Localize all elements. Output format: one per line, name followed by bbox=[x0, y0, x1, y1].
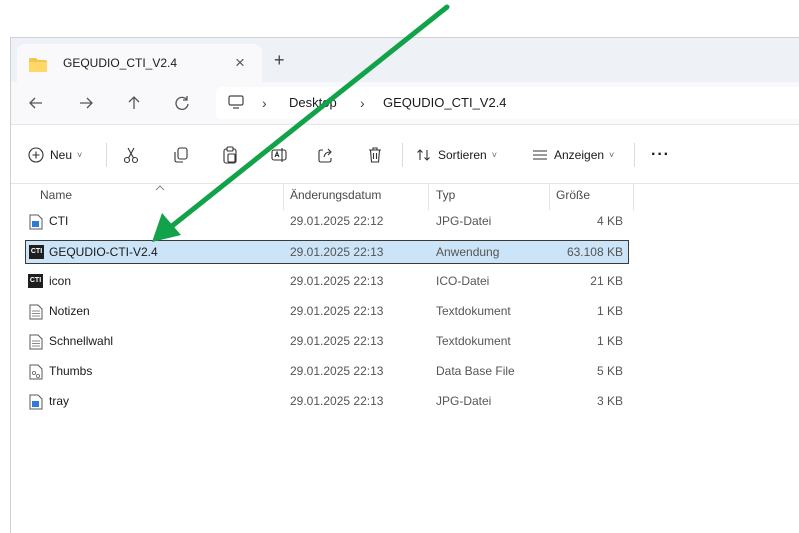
file-date: 29.01.2025 22:13 bbox=[290, 245, 384, 259]
refresh-icon[interactable] bbox=[171, 92, 193, 114]
file-type: JPG-Datei bbox=[436, 394, 492, 408]
breadcrumb-current-folder[interactable]: GEQUDIO_CTI_V2.4 bbox=[383, 95, 507, 110]
db-file-icon bbox=[29, 364, 43, 380]
file-row-gequdio-cti[interactable]: CTI GEQUDIO-CTI-V2.4 29.01.2025 22:13 An… bbox=[25, 240, 629, 264]
file-size: 3 KB bbox=[596, 394, 623, 408]
file-date: 29.01.2025 22:13 bbox=[290, 364, 384, 378]
delete-icon[interactable] bbox=[366, 144, 384, 166]
folder-icon bbox=[29, 58, 47, 72]
file-size: 21 KB bbox=[590, 274, 623, 288]
file-size: 4 KB bbox=[596, 214, 623, 228]
address-bar[interactable]: › Desktop › GEQUDIO_CTI_V2.4 bbox=[216, 87, 799, 119]
sort-button[interactable]: Sortieren ˅ bbox=[416, 144, 497, 166]
explorer-window: GEQUDIO_CTI_V2.4 × + › Desktop › GEQUDIO… bbox=[10, 37, 799, 533]
toolbar-divider bbox=[402, 143, 403, 167]
file-name: GEQUDIO-CTI-V2.4 bbox=[49, 245, 158, 259]
new-button-label: Neu bbox=[50, 148, 73, 162]
toolbar-divider bbox=[106, 143, 107, 167]
rename-icon[interactable] bbox=[270, 144, 288, 166]
file-date: 29.01.2025 22:13 bbox=[290, 274, 384, 288]
breadcrumb-separator: › bbox=[360, 95, 365, 111]
file-row-thumbs[interactable]: Thumbs 29.01.2025 22:13 Data Base File 5… bbox=[25, 360, 629, 384]
column-divider[interactable] bbox=[283, 184, 284, 210]
tab-gequdio[interactable]: GEQUDIO_CTI_V2.4 × bbox=[17, 44, 262, 82]
text-file-icon bbox=[29, 304, 43, 320]
view-button-label: Anzeigen bbox=[554, 148, 605, 162]
column-header-date[interactable]: Änderungsdatum bbox=[290, 188, 381, 202]
file-type: Data Base File bbox=[436, 364, 515, 378]
column-divider[interactable] bbox=[633, 184, 634, 210]
sort-ascending-icon bbox=[155, 185, 165, 191]
view-lines-icon bbox=[533, 150, 547, 160]
file-type: Textdokument bbox=[436, 304, 511, 318]
paste-icon[interactable] bbox=[221, 144, 239, 166]
jpg-file-icon bbox=[29, 214, 43, 230]
text-file-icon bbox=[29, 334, 43, 350]
cut-icon[interactable] bbox=[122, 144, 140, 166]
file-name: Notizen bbox=[49, 304, 90, 318]
back-arrow-icon[interactable] bbox=[25, 92, 47, 114]
tab-title: GEQUDIO_CTI_V2.4 bbox=[63, 56, 178, 70]
column-header-size[interactable]: Größe bbox=[556, 188, 590, 202]
up-arrow-icon[interactable] bbox=[123, 92, 145, 114]
file-row-schnellwahl[interactable]: Schnellwahl 29.01.2025 22:13 Textdokumen… bbox=[25, 330, 629, 354]
jpg-file-icon bbox=[29, 394, 43, 410]
share-icon[interactable] bbox=[317, 144, 335, 166]
file-row-notizen[interactable]: Notizen 29.01.2025 22:13 Textdokument 1 … bbox=[25, 300, 629, 324]
column-header-type[interactable]: Typ bbox=[436, 188, 455, 202]
file-row-cti[interactable]: CTI 29.01.2025 22:12 JPG-Datei 4 KB bbox=[25, 210, 629, 234]
file-date: 29.01.2025 22:12 bbox=[290, 214, 384, 228]
column-headers: Name Änderungsdatum Typ Größe bbox=[11, 184, 799, 210]
chevron-down-icon: ˅ bbox=[609, 150, 615, 160]
chevron-down-icon: ˅ bbox=[491, 150, 497, 160]
file-type: Textdokument bbox=[436, 334, 511, 348]
file-size: 5 KB bbox=[596, 364, 623, 378]
file-name: Thumbs bbox=[49, 364, 93, 378]
new-tab-button[interactable]: + bbox=[274, 50, 285, 71]
file-type: Anwendung bbox=[436, 245, 500, 259]
copy-icon[interactable] bbox=[172, 144, 190, 166]
file-type: JPG-Datei bbox=[436, 214, 492, 228]
column-divider[interactable] bbox=[549, 184, 550, 210]
view-button[interactable]: Anzeigen ˅ bbox=[532, 144, 614, 166]
file-size: 1 KB bbox=[596, 334, 623, 348]
toolbar-divider bbox=[634, 143, 635, 167]
sort-button-label: Sortieren bbox=[438, 148, 487, 162]
plus-circle-icon bbox=[28, 147, 44, 163]
new-button[interactable]: Neu ˅ bbox=[28, 144, 82, 166]
more-options-button[interactable]: ··· bbox=[651, 144, 670, 166]
file-row-tray[interactable]: tray 29.01.2025 22:13 JPG-Datei 3 KB bbox=[25, 390, 629, 414]
file-date: 29.01.2025 22:13 bbox=[290, 394, 384, 408]
file-name: Schnellwahl bbox=[49, 334, 114, 348]
chevron-down-icon: ˅ bbox=[77, 150, 83, 160]
tab-bar: GEQUDIO_CTI_V2.4 × + bbox=[11, 38, 799, 82]
column-header-name[interactable]: Name bbox=[40, 188, 72, 202]
file-size: 1 KB bbox=[596, 304, 623, 318]
file-date: 29.01.2025 22:13 bbox=[290, 334, 384, 348]
cti-app-icon: CTI bbox=[29, 245, 44, 259]
file-type: ICO-Datei bbox=[436, 274, 490, 288]
file-name: CTI bbox=[49, 214, 69, 228]
file-row-icon[interactable]: CTI icon 29.01.2025 22:13 ICO-Datei 21 K… bbox=[25, 270, 629, 294]
column-divider[interactable] bbox=[428, 184, 429, 210]
file-name: icon bbox=[49, 274, 72, 288]
navigation-bar: › Desktop › GEQUDIO_CTI_V2.4 bbox=[11, 82, 799, 124]
close-tab-icon[interactable]: × bbox=[235, 53, 245, 73]
forward-arrow-icon[interactable] bbox=[75, 92, 97, 114]
command-bar: Neu ˅ Sortieren ˅ Anzeigen ˅ ··· bbox=[11, 124, 799, 184]
sort-icon bbox=[417, 149, 430, 161]
breadcrumb-separator: › bbox=[262, 95, 267, 111]
file-name: tray bbox=[49, 394, 70, 408]
file-date: 29.01.2025 22:13 bbox=[290, 304, 384, 318]
file-size: 63.108 KB bbox=[566, 245, 623, 259]
breadcrumb-desktop[interactable]: Desktop bbox=[289, 95, 337, 110]
cti-ico-icon: CTI bbox=[28, 274, 43, 288]
monitor-icon bbox=[228, 95, 244, 109]
